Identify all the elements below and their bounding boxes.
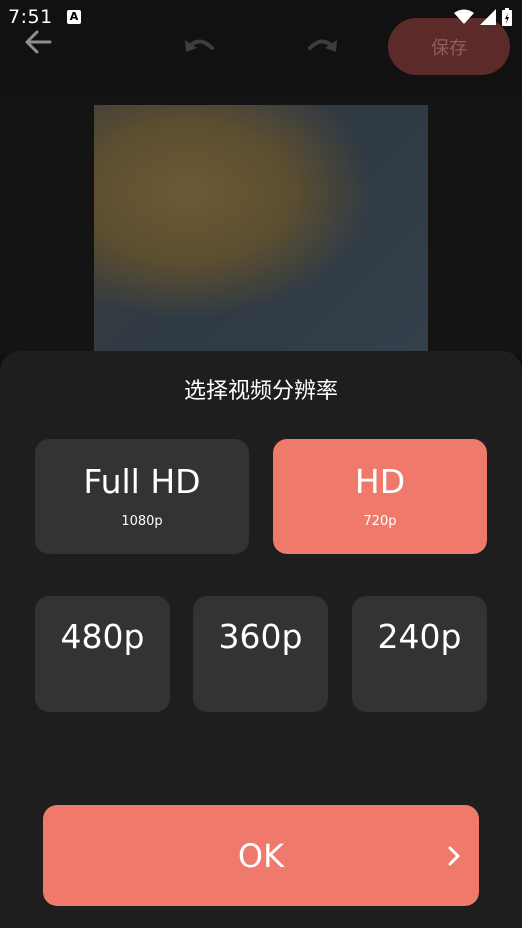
option-sub-label: 1080p xyxy=(121,513,163,529)
option-label: Full HD xyxy=(83,461,201,501)
option-480p[interactable]: 480p xyxy=(35,596,170,712)
option-label: 240p xyxy=(377,617,462,656)
undo-icon[interactable] xyxy=(182,32,218,64)
sheet-title: 选择视频分辨率 xyxy=(183,379,338,404)
video-preview-image xyxy=(94,105,428,355)
option-hd[interactable]: HD 720p xyxy=(273,439,487,554)
option-full-hd[interactable]: Full HD 1080p xyxy=(35,439,249,554)
notification-a-icon: A xyxy=(67,10,81,24)
option-label: 360p xyxy=(218,617,303,656)
resolution-bottom-sheet: 选择视频分辨率 Full HD 1080p HD 720p 480p 360p … xyxy=(0,351,522,928)
ok-button[interactable]: OK xyxy=(43,805,479,906)
chevron-right-icon xyxy=(447,845,461,871)
video-preview-area xyxy=(0,95,522,355)
status-time: 7:51 xyxy=(8,6,53,28)
option-360p[interactable]: 360p xyxy=(193,596,328,712)
signal-icon xyxy=(480,9,496,29)
ok-label: OK xyxy=(237,836,285,875)
option-sub-label: 720p xyxy=(363,513,397,529)
option-240p[interactable]: 240p xyxy=(352,596,487,712)
status-bar: 7:51 A xyxy=(0,0,522,36)
battery-icon xyxy=(502,8,512,30)
option-label: HD xyxy=(354,461,406,501)
option-label: 480p xyxy=(60,617,145,656)
redo-icon[interactable] xyxy=(304,32,340,64)
wifi-icon xyxy=(454,9,474,29)
